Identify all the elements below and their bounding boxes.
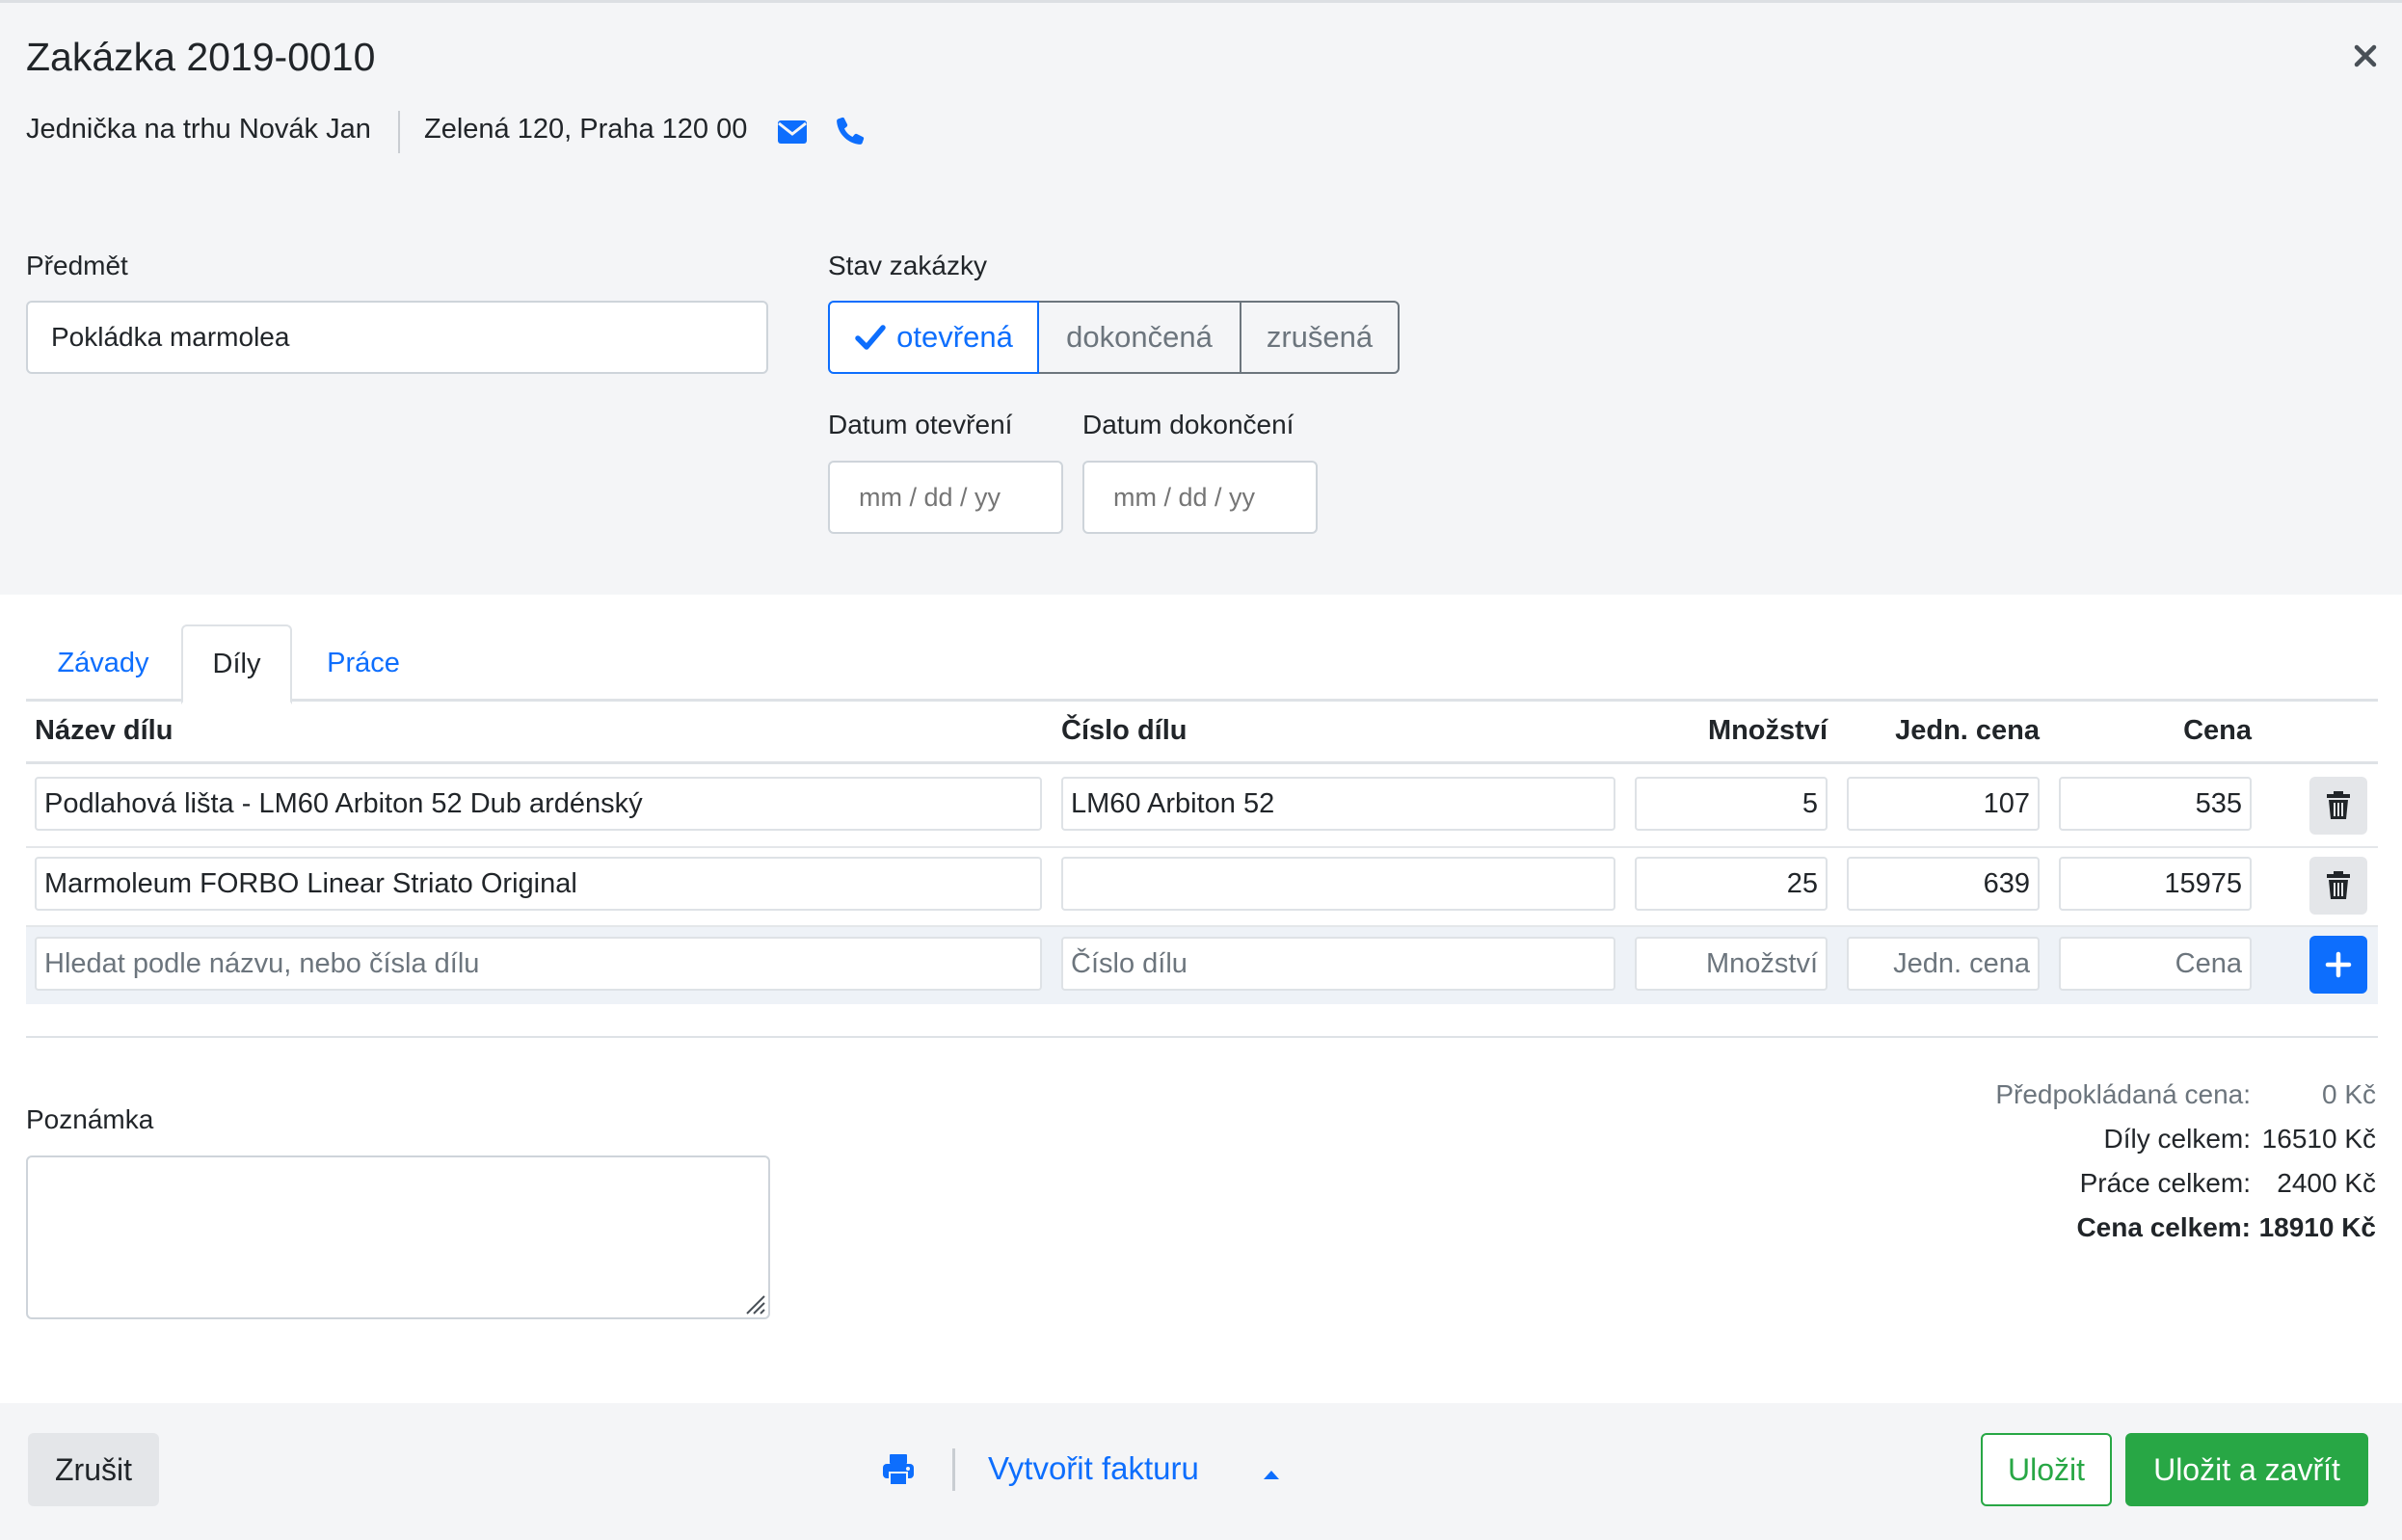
delete-row-button[interactable] bbox=[2309, 857, 2367, 915]
tab-defects[interactable]: Závady bbox=[26, 624, 180, 702]
envelope-icon[interactable] bbox=[777, 119, 808, 145]
trash-icon bbox=[2327, 791, 2350, 819]
add-part-button[interactable] bbox=[2309, 936, 2367, 994]
cancel-button[interactable]: Zrušit bbox=[28, 1433, 159, 1506]
part-qty-input[interactable]: Množství bbox=[1635, 937, 1828, 991]
note-textarea[interactable] bbox=[26, 1155, 770, 1319]
part-number-input[interactable]: Číslo dílu bbox=[1061, 937, 1615, 991]
open-date-label: Datum otevření bbox=[828, 410, 1013, 439]
status-done-button[interactable]: dokončená bbox=[1037, 301, 1241, 374]
section-divider bbox=[26, 1036, 2378, 1038]
divider bbox=[398, 111, 400, 153]
column-header-unit-price: Jedn. cena bbox=[1895, 715, 2040, 746]
save-button[interactable]: Uložit bbox=[1981, 1433, 2112, 1506]
grand-total-row: Cena celkem: 18910 Kč bbox=[1798, 1206, 2376, 1250]
plus-icon bbox=[2325, 951, 2352, 978]
grand-total-value: 18910 Kč bbox=[2258, 1212, 2376, 1242]
caret-up-icon[interactable] bbox=[1262, 1468, 1281, 1479]
column-header-price: Cena bbox=[2183, 715, 2252, 746]
save-and-close-button[interactable]: Uložit a zavřít bbox=[2125, 1433, 2368, 1506]
parts-total-value: 16510 Kč bbox=[2261, 1124, 2376, 1154]
status-open-button[interactable]: otevřená bbox=[828, 301, 1039, 374]
phone-icon[interactable] bbox=[835, 116, 866, 146]
parts-total-row: Díly celkem: 16510 Kč bbox=[1798, 1117, 2376, 1161]
trash-icon bbox=[2327, 871, 2350, 899]
part-price-cell[interactable]: 535 bbox=[2059, 777, 2252, 831]
part-unit-price-cell[interactable]: 107 bbox=[1847, 777, 2040, 831]
row-divider bbox=[26, 846, 2378, 848]
tab-bar: Závady Díly Práce bbox=[26, 624, 2378, 704]
delete-row-button[interactable] bbox=[2309, 777, 2367, 835]
note-label: Poznámka bbox=[26, 1104, 154, 1134]
part-qty-cell[interactable]: 25 bbox=[1635, 857, 1828, 911]
estimated-price-row: Předpokládaná cena: 0 Kč bbox=[1798, 1073, 2376, 1117]
create-invoice-button[interactable]: Vytvořit fakturu bbox=[988, 1450, 1199, 1487]
subject-label: Předmět bbox=[26, 251, 128, 280]
close-date-label: Datum dokončení bbox=[1082, 410, 1294, 439]
status-open-label: otevřená bbox=[896, 320, 1013, 354]
tab-work[interactable]: Práce bbox=[301, 624, 426, 702]
page-title: Zakázka 2019-0010 bbox=[26, 35, 376, 79]
status-done-label: dokončená bbox=[1066, 320, 1213, 354]
customer-name: Jednička na trhu Novák Jan bbox=[26, 114, 371, 145]
status-button-group: otevřená dokončená zrušená bbox=[828, 301, 1400, 374]
estimated-price-value: 0 Kč bbox=[2321, 1079, 2376, 1109]
table-header-divider bbox=[26, 761, 2378, 764]
work-total-value: 2400 Kč bbox=[2277, 1168, 2376, 1198]
part-name-cell[interactable]: Marmoleum FORBO Linear Striato Original bbox=[35, 857, 1042, 911]
subject-input[interactable] bbox=[26, 301, 768, 374]
totals-summary: Předpokládaná cena: 0 Kč Díly celkem: 16… bbox=[1798, 1073, 2376, 1250]
part-price-cell[interactable]: 15975 bbox=[2059, 857, 2252, 911]
part-number-cell[interactable] bbox=[1061, 857, 1615, 911]
part-number-cell[interactable]: LM60 Arbiton 52 bbox=[1061, 777, 1615, 831]
part-qty-cell[interactable]: 5 bbox=[1635, 777, 1828, 831]
part-price-input[interactable]: Cena bbox=[2059, 937, 2252, 991]
close-icon[interactable] bbox=[2348, 39, 2383, 73]
tab-parts[interactable]: Díly bbox=[181, 624, 292, 704]
part-search-input[interactable]: Hledat podle názvu, nebo čísla dílu bbox=[35, 937, 1042, 991]
customer-address: Zelená 120, Praha 120 00 bbox=[424, 114, 748, 145]
work-total-row: Práce celkem: 2400 Kč bbox=[1798, 1161, 2376, 1206]
part-unit-price-cell[interactable]: 639 bbox=[1847, 857, 2040, 911]
resize-grip-icon[interactable] bbox=[741, 1290, 766, 1315]
open-date-input[interactable] bbox=[828, 461, 1063, 534]
status-cancelled-button[interactable]: zrušená bbox=[1240, 301, 1400, 374]
close-date-input[interactable] bbox=[1082, 461, 1318, 534]
part-unit-price-input[interactable]: Jedn. cena bbox=[1847, 937, 2040, 991]
column-header-qty: Množství bbox=[1707, 715, 1828, 746]
parts-total-label: Díly celkem: bbox=[2103, 1124, 2251, 1154]
work-total-label: Práce celkem: bbox=[2079, 1168, 2251, 1198]
printer-icon[interactable] bbox=[881, 1452, 916, 1487]
part-name-cell[interactable]: Podlahová lišta - LM60 Arbiton 52 Dub ar… bbox=[35, 777, 1042, 831]
check-icon bbox=[855, 325, 886, 350]
grand-total-label: Cena celkem: bbox=[2076, 1212, 2251, 1242]
divider bbox=[952, 1448, 955, 1491]
status-cancelled-label: zrušená bbox=[1266, 320, 1374, 354]
estimated-price-label: Předpokládaná cena: bbox=[1995, 1079, 2251, 1109]
column-header-number: Číslo dílu bbox=[1061, 715, 1188, 746]
status-label: Stav zakázky bbox=[828, 251, 987, 280]
row-divider bbox=[26, 925, 2378, 927]
column-header-name: Název dílu bbox=[35, 715, 173, 746]
